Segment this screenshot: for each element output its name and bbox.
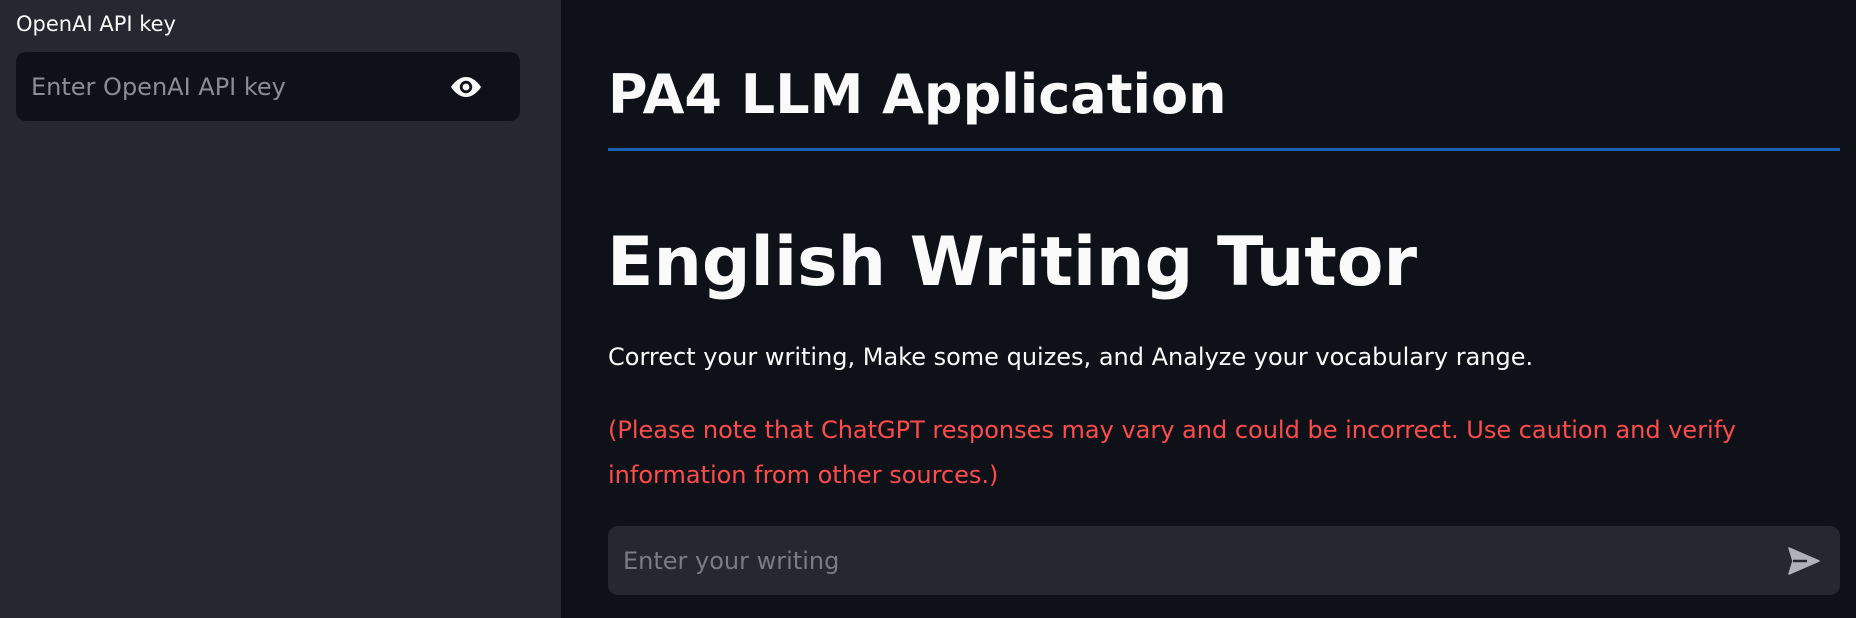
writing-input[interactable] <box>608 526 1758 595</box>
sidebar: OpenAI API key <box>0 0 561 618</box>
send-button[interactable] <box>1784 542 1824 580</box>
warning-text: (Please note that ChatGPT responses may … <box>608 416 1736 489</box>
send-icon <box>1788 547 1820 575</box>
chat-input-bar <box>608 526 1840 595</box>
eye-icon <box>451 77 481 97</box>
app-root: OpenAI API key PA4 LLM Application Engli… <box>0 0 1856 618</box>
api-key-input[interactable] <box>16 52 436 121</box>
show-password-button[interactable] <box>448 70 484 104</box>
app-title: PA4 LLM Application <box>608 63 1227 126</box>
page-heading: English Writing Tutor <box>607 223 1418 302</box>
description-text: Correct your writing, Make some quizes, … <box>608 343 1534 371</box>
title-divider <box>608 148 1840 151</box>
api-key-label: OpenAI API key <box>16 12 176 36</box>
main-content: PA4 LLM Application English Writing Tuto… <box>561 0 1856 618</box>
api-key-field <box>16 52 520 121</box>
